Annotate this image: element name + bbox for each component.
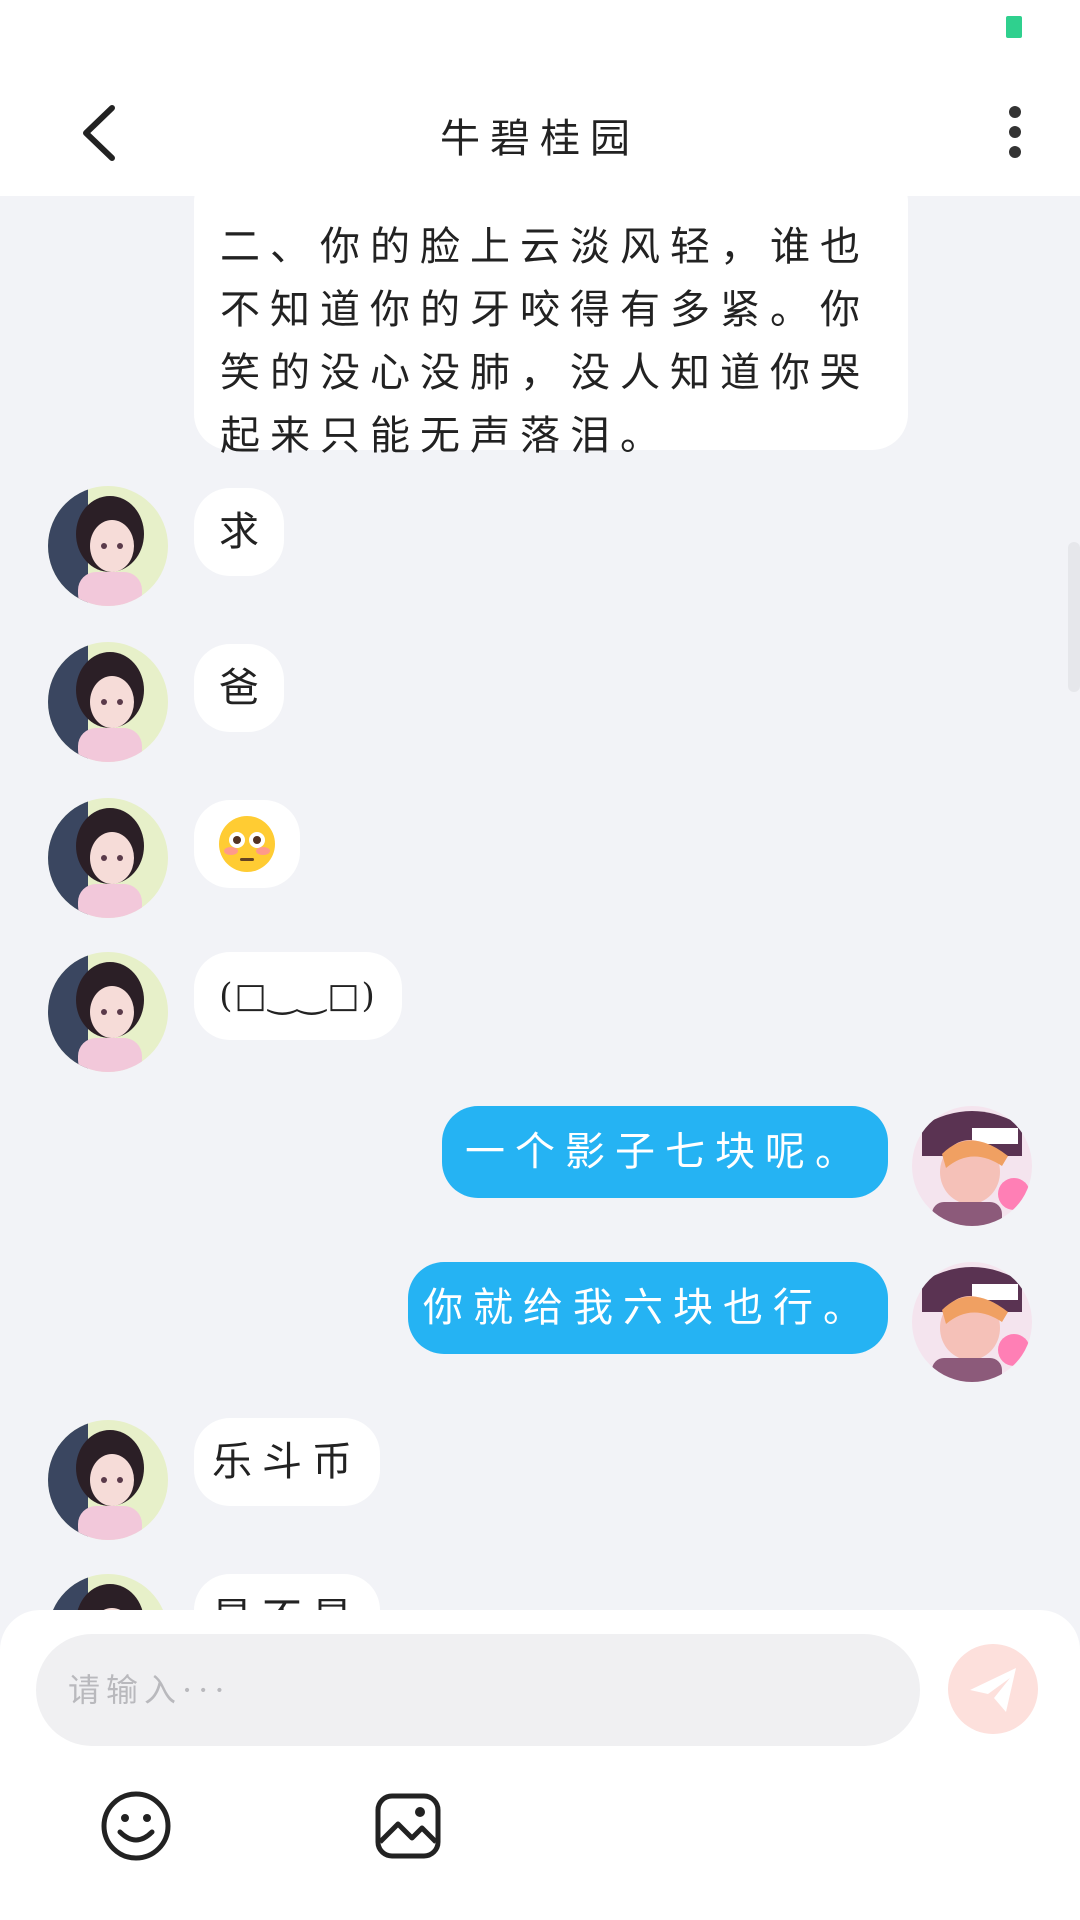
more-button[interactable]: [990, 98, 1040, 168]
avatar[interactable]: [48, 486, 168, 606]
message-bubble[interactable]: 求: [194, 488, 284, 576]
send-button[interactable]: [948, 1644, 1038, 1734]
avatar[interactable]: [48, 798, 168, 918]
message-bubble[interactable]: 乐斗币: [194, 1418, 380, 1506]
message-bubble[interactable]: (​□‿‿□​): [194, 952, 402, 1040]
send-icon: [970, 1668, 1016, 1712]
avatar[interactable]: [48, 642, 168, 762]
emoji-button[interactable]: [100, 1790, 172, 1862]
girl-avatar-icon: [48, 642, 168, 762]
page-title: 牛碧桂园: [440, 116, 640, 162]
girl-avatar-icon: [48, 1420, 168, 1540]
status-bar: [0, 0, 1080, 70]
girl-avatar-icon: [48, 952, 168, 1072]
emoji-icon: [101, 1791, 171, 1861]
girl-avatar-icon: [48, 798, 168, 918]
avatar[interactable]: [912, 1106, 1032, 1226]
flushed-face-emoji-icon: [219, 816, 275, 872]
message-list[interactable]: 二、你的脸上云淡风轻，谁也不知道你的牙咬得有多紧。你笑的没心没肺，没人知道你哭起…: [0, 196, 1080, 1610]
more-vertical-icon: [1009, 106, 1021, 118]
message-bubble-outgoing[interactable]: 你就给我六块也行。: [408, 1262, 888, 1354]
girl-avatar-icon: [48, 486, 168, 606]
battery-icon: [1006, 16, 1022, 38]
avatar[interactable]: [48, 1420, 168, 1540]
input-bar: [0, 1610, 1080, 1920]
boy-avatar-icon: [912, 1106, 1032, 1226]
avatar[interactable]: [48, 1574, 168, 1610]
avatar[interactable]: [912, 1262, 1032, 1382]
message-bubble-outgoing[interactable]: 一个影子七块呢。: [442, 1106, 888, 1198]
avatar[interactable]: [48, 952, 168, 1072]
chat-header: 牛碧桂园: [0, 70, 1080, 196]
message-bubble[interactable]: 爸: [194, 644, 284, 732]
message-bubble[interactable]: 😳: [194, 800, 300, 888]
image-button[interactable]: [372, 1790, 444, 1862]
scrollbar[interactable]: [1068, 542, 1080, 692]
message-bubble[interactable]: 二、你的脸上云淡风轻，谁也不知道你的牙咬得有多紧。你笑的没心没肺，没人知道你哭起…: [194, 196, 908, 459]
message-input[interactable]: [36, 1634, 920, 1746]
boy-avatar-icon: [912, 1262, 1032, 1382]
message-bubble[interactable]: 是不是: [194, 1574, 380, 1610]
image-icon: [375, 1793, 441, 1859]
girl-avatar-icon: [48, 1574, 168, 1610]
